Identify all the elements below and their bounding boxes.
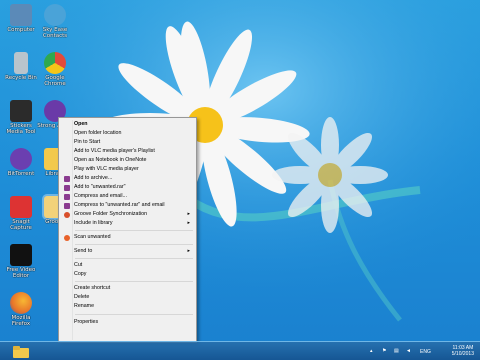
video-editor-icon (10, 244, 32, 266)
contacts-app-icon (44, 4, 66, 26)
menu-item-label: Copy (74, 271, 87, 277)
menu-item-scan[interactable]: Scan unwanted (61, 233, 194, 242)
menu-separator (75, 258, 193, 259)
desktop[interactable]: Computer Sky Ease Contacts Recycle Bin G… (0, 0, 480, 360)
menu-separator (75, 281, 193, 282)
language-indicator[interactable]: ENG (420, 349, 431, 355)
media-tool-icon (10, 100, 32, 122)
menu-item-label: Send to (74, 248, 93, 254)
menu-item-delete[interactable]: Delete (61, 293, 194, 302)
context-menu: Open Open folder location Pin to Start A… (58, 117, 197, 343)
desktop-icon-label: Stickers Media Tool (6, 123, 36, 135)
menu-item-properties[interactable]: Properties (61, 318, 194, 327)
network-icon[interactable]: ▤ (394, 348, 399, 354)
menu-item-pin-to-start[interactable]: Pin to Start (61, 138, 194, 147)
desktop-icon-label: BitTorrent (7, 171, 35, 177)
menu-item-open-onenote[interactable]: Open as Notebook in OneNote (61, 156, 194, 165)
antivirus-icon (64, 235, 70, 241)
winrar-icon (64, 176, 70, 182)
desktop-icon-contacts[interactable]: Sky Ease Contacts (36, 4, 74, 39)
desktop-icon-label: Google Chrome (44, 75, 66, 87)
desktop-icon-snagit[interactable]: Snagit Capture (2, 196, 40, 231)
desktop-icon-label: Computer (7, 27, 35, 33)
menu-item-label: Scan unwanted (74, 234, 111, 240)
menu-item-compress-rar-email[interactable]: Compress to "unwanted.rar" and email (61, 201, 194, 210)
menu-item-add-to-archive[interactable]: Add to archive... (61, 174, 194, 183)
menu-item-groove-sync[interactable]: Groove Folder Synchronization ▸ (61, 210, 194, 219)
menu-item-send-to[interactable]: Send to ▸ (61, 247, 194, 256)
menu-item-label: Open folder location (74, 130, 122, 136)
menu-item-play-vlc[interactable]: Play with VLC media player (61, 165, 194, 174)
menu-item-label: Cut (74, 262, 83, 268)
menu-item-label: Add to archive... (74, 175, 113, 181)
menu-item-cut[interactable]: Cut (61, 261, 194, 270)
desktop-icon-label: Sky Ease Contacts (42, 27, 68, 39)
flag-icon[interactable]: ⚑ (382, 348, 386, 354)
desktop-icon-chrome[interactable]: Google Chrome (36, 52, 74, 87)
desktop-icon-label: Free Video Editor (6, 267, 36, 279)
menu-item-label: Play with VLC media player (74, 166, 139, 172)
desktop-icon-media-tool[interactable]: Stickers Media Tool (2, 100, 40, 135)
winrar-icon (64, 194, 70, 200)
menu-item-add-to-rar[interactable]: Add to "unwanted.rar" (61, 183, 194, 192)
system-tray: ▴ ⚑ ▤ ◄ ENG 11:03 AM 5/10/2013 (370, 342, 480, 360)
groove-icon (64, 212, 70, 218)
menu-separator (75, 244, 193, 245)
menu-item-label: Pin to Start (74, 139, 101, 145)
taskbar: ▴ ⚑ ▤ ◄ ENG 11:03 AM 5/10/2013 (0, 341, 480, 360)
desktop-icon-firefox[interactable]: Mozilla Firefox (2, 292, 40, 327)
menu-item-label: Add to "unwanted.rar" (74, 184, 126, 190)
menu-item-label: Open (74, 121, 88, 127)
desktop-icon-label: Recycle Bin (5, 75, 37, 81)
menu-item-open-folder-location[interactable]: Open folder location (61, 129, 194, 138)
submenu-arrow-icon: ▸ (187, 220, 190, 226)
submenu-arrow-icon: ▸ (187, 248, 190, 254)
menu-item-include-in-library[interactable]: Include in library ▸ (61, 219, 194, 228)
menu-item-copy[interactable]: Copy (61, 270, 194, 279)
computer-icon (10, 4, 32, 26)
folder-icon (13, 346, 29, 358)
menu-item-label: Include in library (74, 220, 113, 226)
menu-item-label: Delete (74, 294, 90, 300)
desktop-icon-label: Mozilla Firefox (11, 315, 31, 327)
menu-item-rename[interactable]: Rename (61, 302, 194, 311)
menu-item-compress-email[interactable]: Compress and email... (61, 192, 194, 201)
menu-item-label: Add to VLC media player's Playlist (74, 148, 155, 154)
menu-item-label: Compress and email... (74, 193, 127, 199)
snagit-icon (10, 196, 32, 218)
menu-item-label: Open as Notebook in OneNote (74, 157, 147, 163)
volume-icon[interactable]: ◄ (406, 348, 411, 354)
desktop-icon-bittorrent[interactable]: BitTorrent (2, 148, 40, 177)
recycle-bin-icon (14, 52, 28, 74)
menu-separator (75, 230, 193, 231)
submenu-arrow-icon: ▸ (187, 211, 190, 217)
menu-item-label: Properties (74, 319, 99, 325)
menu-separator (75, 314, 193, 315)
menu-item-add-to-vlc-playlist[interactable]: Add to VLC media player's Playlist (61, 147, 194, 156)
winrar-icon (64, 203, 70, 209)
menu-item-label: Compress to "unwanted.rar" and email (74, 202, 165, 208)
tray-arrow-icon[interactable]: ▴ (370, 348, 373, 354)
firefox-icon (10, 292, 32, 314)
winrar-icon (64, 185, 70, 191)
menu-item-open[interactable]: Open (61, 120, 194, 129)
desktop-icon-recycle-bin[interactable]: Recycle Bin (2, 52, 40, 81)
desktop-icon-computer[interactable]: Computer (2, 4, 40, 33)
file-explorer-taskbar-button[interactable] (12, 344, 30, 358)
clock-date: 5/10/2013 (451, 351, 474, 357)
clock[interactable]: 11:03 AM 5/10/2013 (452, 345, 474, 357)
chrome-icon (44, 52, 66, 74)
desktop-icon-label: Snagit Capture (10, 219, 32, 231)
menu-item-label: Rename (74, 303, 95, 309)
menu-item-label: Groove Folder Synchronization (74, 211, 148, 217)
menu-item-label: Create shortcut (74, 285, 111, 291)
bittorrent-icon (10, 148, 32, 170)
desktop-icon-video-editor[interactable]: Free Video Editor (2, 244, 40, 279)
menu-item-create-shortcut[interactable]: Create shortcut (61, 284, 194, 293)
